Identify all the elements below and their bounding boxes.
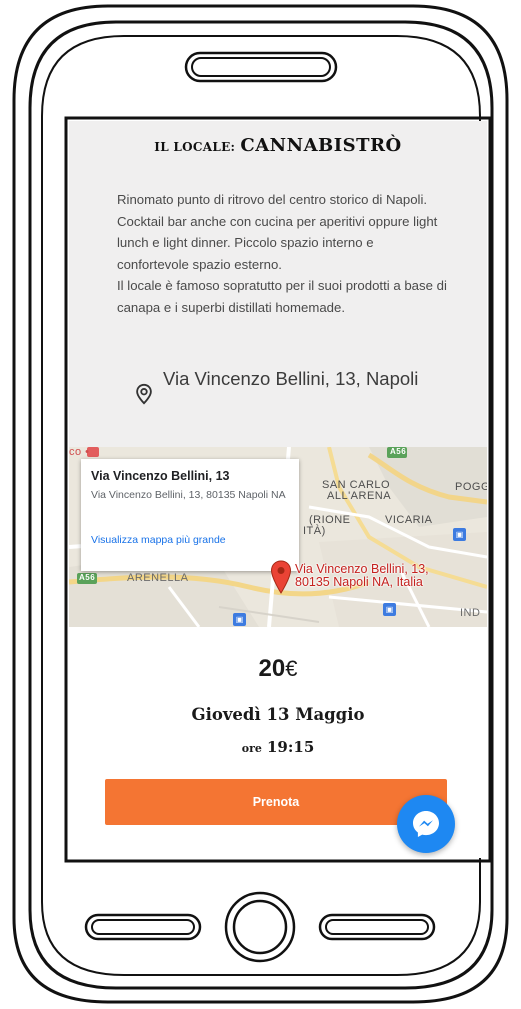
price-value: 20: [258, 655, 286, 682]
map-label: co •: [69, 447, 90, 458]
road-shield: A56: [390, 447, 407, 456]
book-button[interactable]: Prenota: [105, 779, 447, 825]
venue-heading: IL LOCALE: CANNABISTRÒ: [69, 135, 487, 156]
transit-icon: ▣: [383, 603, 396, 616]
address-text: Via Vincenzo Bellini, 13, Napoli: [163, 368, 419, 389]
marker-label: Via Vincenzo Bellini, 13, 80135 Napoli N…: [295, 563, 429, 589]
price-currency: €: [285, 656, 298, 681]
booking-section: 20€ Giovedì 13 Maggio ore 19:15 Prenota: [69, 627, 487, 858]
event-price: 20€: [69, 655, 487, 683]
phone-screen: IL LOCALE: CANNABISTRÒ Rinomato punto di…: [69, 121, 487, 858]
venue-prefix: IL LOCALE:: [154, 140, 236, 154]
time-value: 19:15: [266, 738, 315, 756]
venue-description: Rinomato punto di ritrovo del centro sto…: [117, 189, 447, 319]
venue-name: CANNABISTRÒ: [240, 135, 402, 156]
transit-icon: ▣: [233, 613, 246, 626]
description-paragraph: Rinomato punto di ritrovo del centro sto…: [117, 192, 438, 272]
map-label: ARENELLA: [127, 572, 189, 584]
road-shield: A56: [79, 573, 96, 582]
map-label: ALL'ARENA: [327, 490, 392, 502]
embedded-map[interactable]: co • A56 A56 SAN CARLO ALL'ARENA POGG (R…: [69, 447, 487, 627]
messenger-icon: [413, 811, 439, 837]
venue-info-section: IL LOCALE: CANNABISTRÒ Rinomato punto di…: [69, 121, 487, 447]
messenger-chat-button[interactable]: [397, 795, 455, 853]
description-paragraph: Il locale è famoso sopratutto per il suo…: [117, 278, 447, 315]
map-card-title: Via Vincenzo Bellini, 13: [91, 469, 230, 483]
map-label: IND: [460, 607, 481, 619]
map-label: ITÀ): [303, 525, 326, 537]
time-prefix: ore: [241, 742, 262, 755]
map-label: POGG: [455, 481, 487, 493]
map-info-card: Via Vincenzo Bellini, 13 Via Vincenzo Be…: [81, 459, 299, 571]
marker-label-line: 80135 Napoli NA, Italia: [295, 575, 423, 589]
map-label: VICARIA: [385, 514, 433, 526]
transit-icon: ▣: [453, 528, 466, 541]
location-pin-icon: [136, 383, 152, 405]
event-date: Giovedì 13 Maggio: [191, 705, 365, 724]
map-marker-icon[interactable]: [270, 560, 292, 594]
map-card-address: Via Vincenzo Bellini, 13, 80135 Napoli N…: [91, 489, 286, 501]
view-larger-map-link[interactable]: Visualizza mappa più grande: [91, 534, 226, 546]
event-time: ore 19:15: [69, 737, 487, 756]
